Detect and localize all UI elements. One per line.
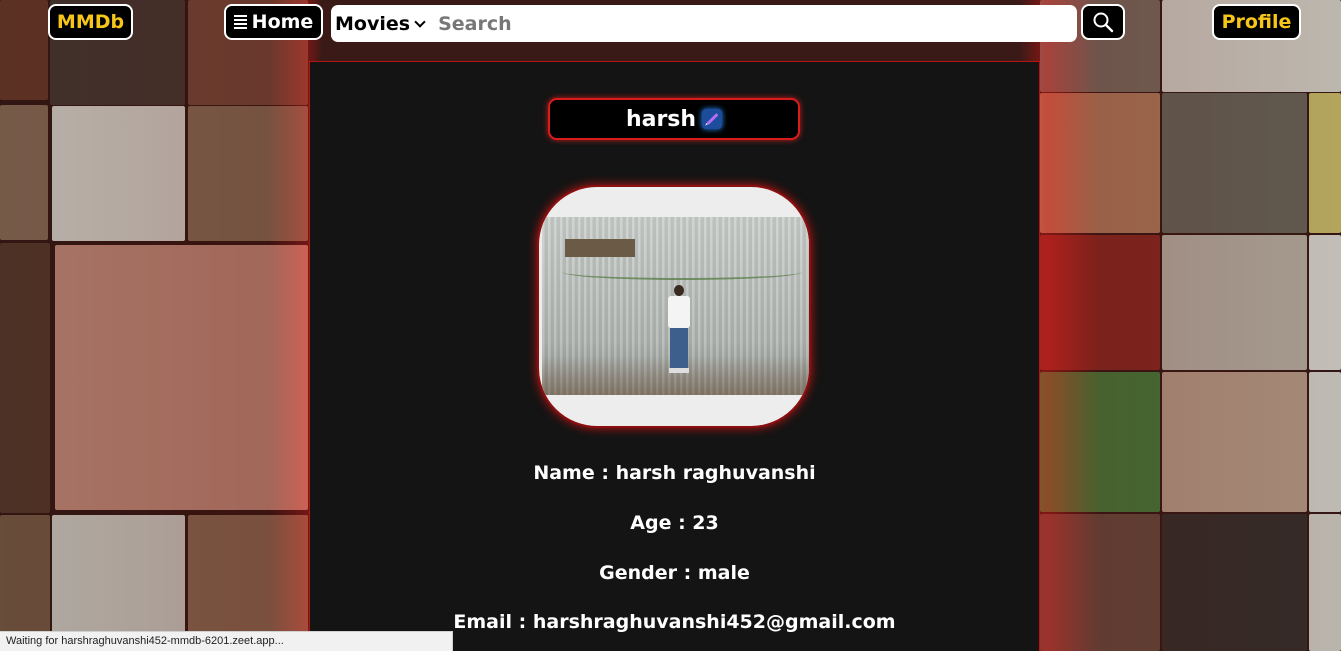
home-button[interactable]: Home xyxy=(224,4,323,40)
profile-button[interactable]: Profile xyxy=(1212,4,1301,40)
profile-card: harsh Name : harsh raghuvanshi Age : 23 … xyxy=(309,61,1040,651)
chevron-down-icon xyxy=(414,15,426,28)
username-header: harsh xyxy=(548,98,800,140)
profile-name: Name : harsh raghuvanshi xyxy=(533,462,816,484)
menu-icon xyxy=(233,15,247,29)
profile-age: Age : 23 xyxy=(630,512,719,534)
search-bar: Movies xyxy=(331,5,1077,42)
search-input[interactable] xyxy=(436,11,1041,36)
profile-photo xyxy=(537,185,811,428)
profile-email: Email : harshraghuvanshi452@gmail.com xyxy=(453,611,896,633)
pencil-icon[interactable] xyxy=(702,109,723,129)
search-button[interactable] xyxy=(1081,4,1125,40)
username: harsh xyxy=(625,106,697,132)
brand-label: MMDb xyxy=(56,11,125,33)
profile-gender: Gender : male xyxy=(599,562,750,584)
search-category-label: Movies xyxy=(335,12,411,35)
home-label: Home xyxy=(251,11,314,33)
search-icon xyxy=(1093,12,1114,33)
profile-label: Profile xyxy=(1221,11,1292,33)
browser-status-bar: Waiting for harshraghuvanshi452-mmdb-620… xyxy=(0,631,453,651)
search-category-dropdown[interactable]: Movies xyxy=(331,12,426,35)
brand-logo-button[interactable]: MMDb xyxy=(48,4,133,40)
